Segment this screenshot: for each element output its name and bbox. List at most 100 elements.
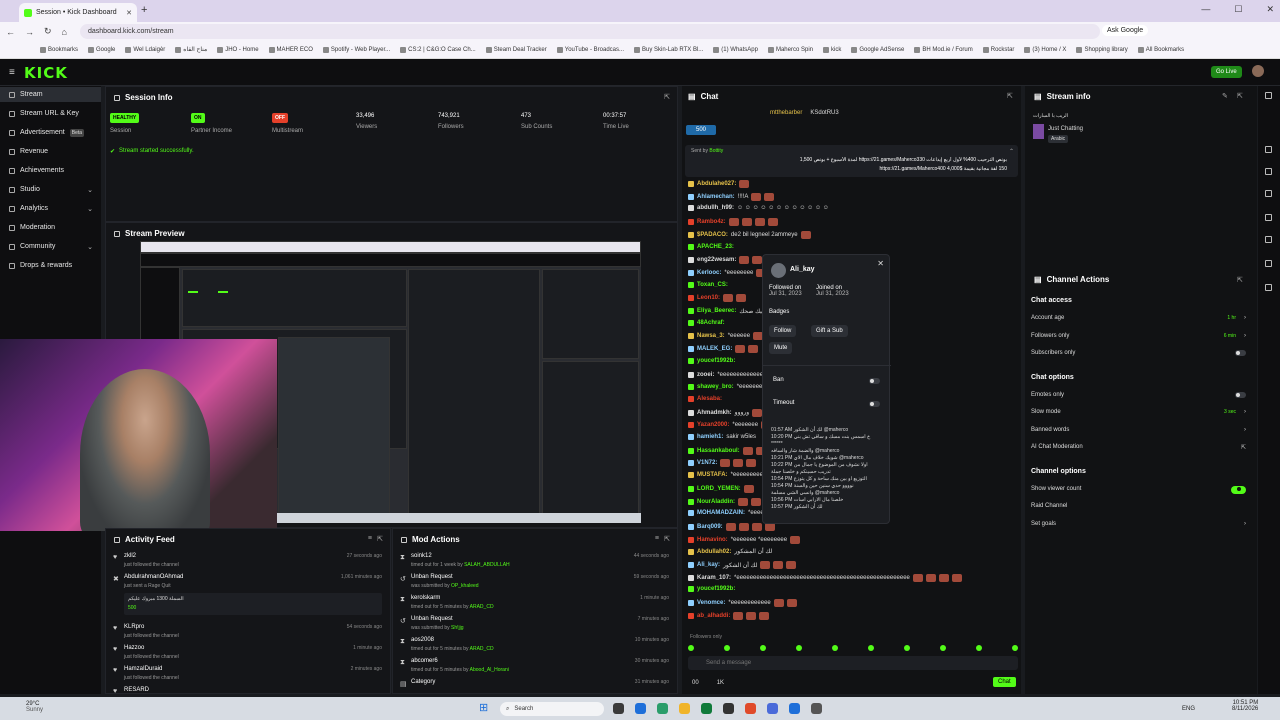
activity-row[interactable]: ♥ RESARD (113, 687, 382, 695)
mod-action-target[interactable]: kerolskarm (411, 595, 669, 601)
points-display[interactable]: 00 (692, 680, 699, 686)
rail-icon[interactable] (1265, 214, 1272, 221)
chat-message[interactable]: Ali_kay: لك أن الشكور (688, 561, 797, 569)
go-live-button[interactable]: Go Live (1211, 66, 1242, 78)
chat-username[interactable]: eng22wesam: (697, 257, 736, 263)
chat-username[interactable]: NourAladdin: (697, 499, 735, 505)
menu-icon[interactable]: ≡ (9, 67, 15, 78)
chat-username[interactable]: Ali_kay: (697, 562, 720, 568)
chat-username[interactable]: zooei: (697, 372, 714, 378)
ban-toggle[interactable] (869, 378, 880, 384)
chat-message[interactable]: Abdullah02: لك أن المشكور (688, 548, 772, 555)
setting-raid-channel[interactable]: Raid Channel (1031, 503, 1246, 509)
chat-username[interactable]: MUSTAFA: (697, 472, 728, 478)
bookmark-item[interactable]: JHO - Home (217, 46, 259, 53)
edit-icon[interactable]: ✎ (1222, 92, 1228, 100)
chat-message[interactable]: Rambo4z: (688, 218, 778, 227)
setting-set-goals[interactable]: Set goals › (1031, 521, 1246, 527)
bookmark-item[interactable]: Google AdSense (851, 46, 904, 53)
toggle-switch[interactable] (1235, 350, 1246, 356)
bookmark-item[interactable]: YouTube - Broadcas... (556, 46, 624, 53)
pinned-message[interactable]: Sent by Bottity بونص الترحيب 400% لأول أ… (685, 145, 1018, 177)
chat-username[interactable]: LORD_YEMEN: (697, 486, 741, 492)
toggle-switch[interactable] (1231, 485, 1246, 494)
chat-message[interactable]: youcef1992b: (688, 357, 735, 364)
username[interactable]: Hazzoo (124, 645, 382, 651)
mod-action-row[interactable]: ↺ Unban Request was submitted by OP_khalee… (400, 574, 669, 589)
sidebar-item-studio[interactable]: Studio ⌄ (0, 182, 101, 197)
chat-username[interactable]: Abdulahe027: (697, 181, 736, 187)
sidebar-item-drops-rewards[interactable]: Drops & rewards (0, 258, 101, 273)
mod-action-target[interactable]: Category (411, 679, 669, 685)
rail-icon[interactable] (1265, 190, 1272, 197)
chat-message[interactable]: hamieh1: sakir w5les (688, 434, 756, 440)
bookmark-item[interactable]: Maherco Spin (767, 46, 813, 53)
mod-action-target[interactable]: soink12 (411, 553, 669, 559)
activity-row[interactable]: ♥ HamzaIDuraid just followed the channel 2 … (113, 666, 382, 681)
mod-action-row[interactable]: ⧗ abcomer6 timed out for 5 minutes by Aboo… (400, 658, 669, 673)
close-icon[interactable]: ✕ (877, 259, 884, 268)
chat-message[interactable]: NourAladdin: (688, 497, 761, 506)
chat-username[interactable]: Hassankaboul: (697, 448, 740, 454)
moderator-name[interactable]: Abood_Al_Horani (470, 667, 509, 673)
chat-username[interactable]: Hamavino: (697, 537, 728, 543)
follow-button[interactable]: Follow (769, 325, 797, 337)
setting-emotes-only[interactable]: Emotes only (1031, 391, 1246, 398)
gift-sub-button[interactable]: Gift a Sub (811, 325, 848, 337)
bookmark-item[interactable]: Spotify - Web Player... (322, 46, 390, 53)
mod-action-target[interactable]: Unban Request (411, 574, 669, 580)
send-chat-button[interactable]: Chat (993, 677, 1016, 687)
chat-username[interactable]: Alesaba: (697, 396, 722, 402)
moderator-name[interactable]: Sh!jjg (451, 625, 464, 631)
popout-icon[interactable]: ⇱ (1237, 276, 1243, 284)
chat-message[interactable]: Hassankaboul: (688, 446, 766, 455)
close-window-icon[interactable]: ✕ (1266, 4, 1274, 15)
forward-icon[interactable]: → (25, 27, 34, 37)
chat-input[interactable]: Send a message (688, 656, 1018, 670)
sidebar-item-revenue[interactable]: Revenue (0, 144, 101, 159)
chat-message[interactable]: $PADACO: de2 bil legneel 2ammeye (688, 230, 811, 239)
setting-subscribers-only[interactable]: Subscribers only (1031, 350, 1246, 356)
activity-row[interactable]: ✖ AbdulrahmanOAhmad just sent a Rage Quit 1… (113, 574, 382, 615)
minimize-icon[interactable]: — (1201, 4, 1210, 15)
taskbar-search[interactable]: ⌕ Search (500, 702, 604, 716)
username[interactable]: KLRpro (124, 624, 382, 630)
chat-message[interactable]: abdullh_h99: ☺ ☺ ☺ ☺ ☺ ☺ ☺ ☺ ☺ ☺ ☺ ☺ (688, 205, 829, 212)
bookmark-item[interactable]: Bookmarks (40, 46, 78, 53)
pin-icon[interactable]: ⌃ (1009, 148, 1014, 155)
quick-emote-icon[interactable] (832, 645, 838, 651)
bookmark-item[interactable]: All Bookmarks (1137, 46, 1184, 53)
chat-username[interactable]: hamieh1: (697, 434, 723, 440)
popout-icon[interactable]: ⇱ (1007, 92, 1013, 100)
setting-followers-only[interactable]: Followers only 6 min › (1031, 333, 1246, 339)
bookmark-item[interactable]: MAHER ECO (268, 46, 313, 53)
popout-icon[interactable]: ⇱ (664, 535, 670, 543)
quick-emote-icon[interactable] (760, 645, 766, 651)
chat-goal-bar[interactable]: 500 (686, 125, 717, 135)
reload-icon[interactable]: ↻ (44, 26, 52, 37)
chat-message[interactable]: Venomce: *eeeeeeeeeeee (688, 599, 797, 608)
sidebar-item-moderation[interactable]: Moderation (0, 220, 101, 235)
bookmark-item[interactable]: CS:2 | C&G:O Case Ch... (400, 46, 476, 53)
bookmark-item[interactable]: (3) Home / X (1024, 46, 1066, 53)
kicks-display[interactable]: 1K (717, 680, 724, 686)
mod-action-row[interactable]: ⧗ soink12 timed out for 1 week by SALAH_AB… (400, 553, 669, 568)
quick-emote-icon[interactable] (868, 645, 874, 651)
chat-message[interactable]: youcef1992b: (688, 586, 735, 593)
activity-row[interactable]: ♥ KLRpro just followed the channel 54 secon… (113, 624, 382, 639)
avatar[interactable] (1252, 65, 1264, 77)
taskbar-app-icon[interactable] (767, 703, 778, 714)
mod-action-row[interactable]: ↺ Unban Request was submitted by Sh!jjg 7 m… (400, 616, 669, 631)
popout-icon[interactable]: ⇱ (1237, 92, 1243, 100)
chat-username[interactable]: Eliya_Beerec: (697, 308, 736, 314)
chat-username[interactable]: abdullh_h99: (697, 205, 734, 211)
mod-action-target[interactable]: abcomer6 (411, 658, 669, 664)
bookmark-item[interactable]: Steam Deal Tracker (485, 46, 547, 53)
home-icon[interactable]: ⌂ (62, 27, 67, 37)
chat-username[interactable]: Ahlamechan: (697, 194, 735, 200)
chat-message[interactable]: LORD_YEMEN: (688, 484, 754, 493)
weather-widget[interactable]: 29°C Sunny (26, 701, 43, 713)
chat-username[interactable]: youcef1992b: (697, 586, 735, 592)
rail-icon[interactable] (1265, 260, 1272, 267)
filter-icon[interactable]: ≡ (655, 535, 659, 542)
